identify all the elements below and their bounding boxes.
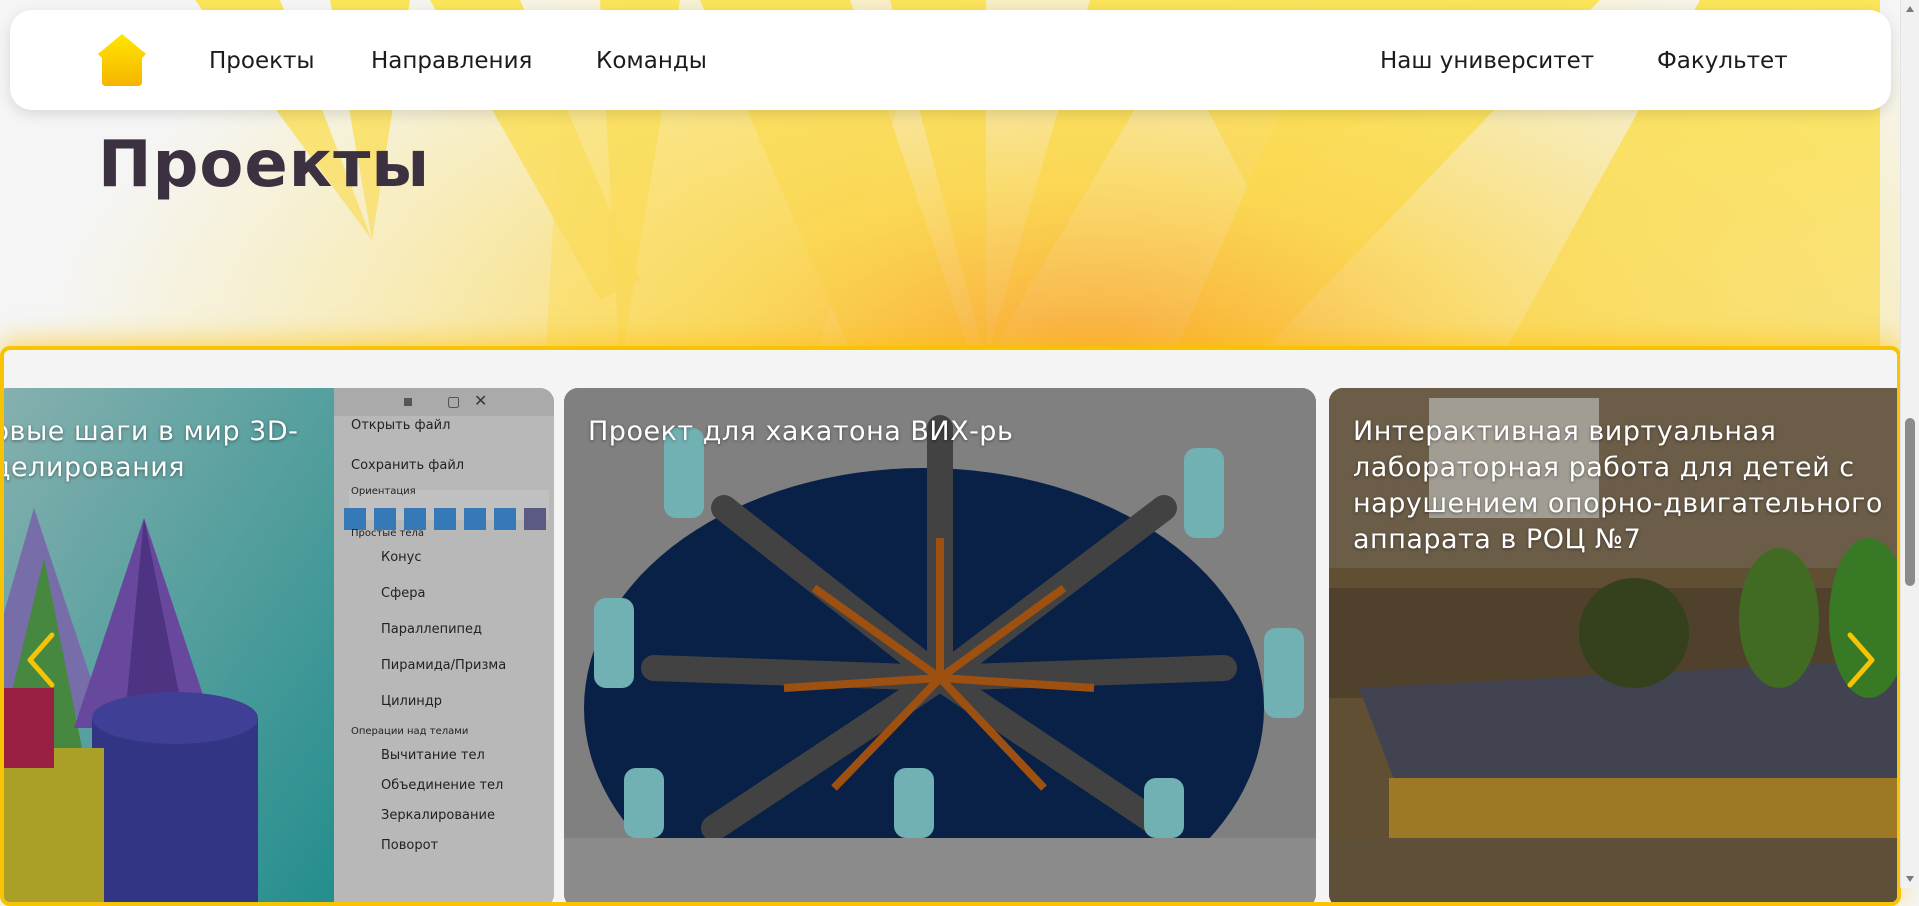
nav-link-projects[interactable]: Проекты	[209, 48, 315, 74]
panel-menu-save: Сохранить файл	[351, 458, 465, 473]
scroll-up-icon[interactable]	[1905, 4, 1915, 14]
chevron-right-icon	[1847, 632, 1875, 688]
panel-menu-open: Открыть файл	[351, 418, 451, 433]
panel-operation-item: Поворот	[381, 838, 439, 853]
panel-operation-item: Вычитание тел	[381, 748, 485, 763]
slider-track: ▢ ✕ Открыть файл Сохранить файл Ориентац…	[4, 388, 1897, 902]
slider-next-button[interactable]	[1840, 630, 1880, 690]
panel-body-item: Сфера	[381, 586, 426, 601]
app-panel: Открыть файл Сохранить файл Ориентация П…	[351, 418, 506, 868]
project-card[interactable]: Интерактивная виртуальная лабораторная р…	[1329, 388, 1897, 902]
panel-body-item: Пирамида/Призма	[381, 658, 507, 673]
nav-link-university[interactable]: Наш университет	[1380, 48, 1594, 74]
page-title: Проекты	[98, 128, 431, 202]
nav-link-teams[interactable]: Команды	[596, 48, 707, 74]
panel-body-item: Конус	[381, 550, 422, 565]
panel-body-item: Параллепипед	[381, 622, 483, 637]
panel-orientation-label: Ориентация	[351, 486, 416, 497]
project-card-title: Первые шаги в мир 3D-моделирования	[4, 416, 299, 483]
slider-prev-button[interactable]	[22, 630, 62, 690]
nav-link-directions[interactable]: Направления	[371, 48, 532, 74]
page-scrollbar[interactable]	[1900, 0, 1919, 888]
home-icon[interactable]	[96, 32, 148, 88]
panel-operation-item: Объединение тел	[381, 778, 504, 793]
panel-operations-label: Операции над телами	[351, 726, 469, 737]
project-image	[564, 388, 1316, 902]
top-navbar: Проекты Направления Команды Наш универси…	[10, 10, 1891, 110]
panel-operation-item: Зеркалирование	[381, 808, 495, 823]
nav-link-faculty[interactable]: Факультет	[1657, 48, 1788, 74]
project-card-title: Интерактивная виртуальная лабораторная р…	[1353, 416, 1883, 555]
project-card-title: Проект для хакатона ВИХ-рь	[588, 416, 1014, 447]
scrollbar-thumb[interactable]	[1905, 418, 1915, 586]
projects-slider: ▢ ✕ Открыть файл Сохранить файл Ориентац…	[0, 346, 1901, 906]
panel-body-item: Цилиндр	[381, 694, 443, 709]
panel-bodies-label: Простые тела	[351, 528, 425, 539]
chevron-left-icon	[27, 632, 55, 688]
project-card[interactable]: Проект для хакатона ВИХ-рь	[564, 388, 1316, 902]
project-card[interactable]: ▢ ✕ Открыть файл Сохранить файл Ориентац…	[4, 388, 554, 902]
scroll-down-icon[interactable]	[1905, 874, 1915, 884]
